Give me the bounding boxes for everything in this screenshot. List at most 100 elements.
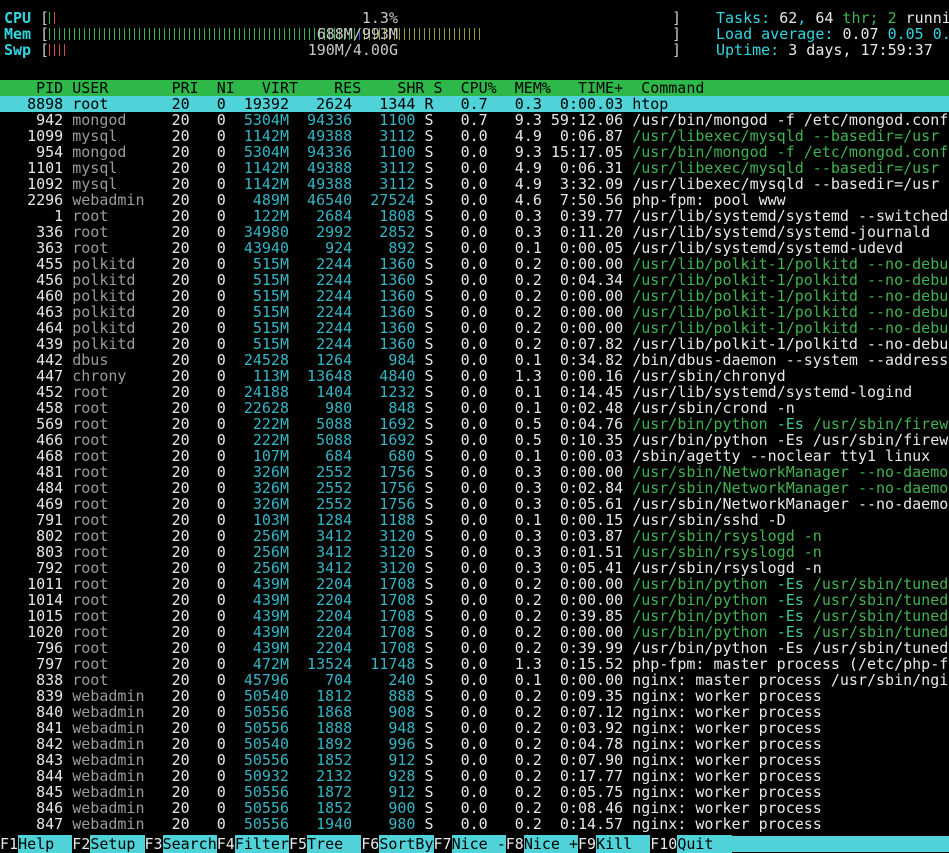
table-row[interactable]: 942 mongod 20 0 5304M 94336 1100 S 0.7 9… [0,112,949,128]
function-label-f10[interactable]: Quit [677,835,732,853]
function-key-f9[interactable]: F9 [578,835,597,853]
table-row[interactable]: 1101 mysql 20 0 1142M 49388 3112 S 0.0 4… [0,160,949,176]
cell-time: 0:14.57 [541,816,624,832]
process-table: PID USER PRI NI VIRT RES SHR S CPU% MEM%… [0,80,949,832]
table-row[interactable]: 464 polkitd 20 0 515M 2244 1360 S 0.0 0.… [0,320,949,336]
table-row[interactable]: 838 root 20 0 45796 704 240 S 0.0 0.1 0:… [0,672,949,688]
function-label-f8[interactable]: Nice + [523,835,578,853]
function-label-f7[interactable]: Nice - [451,835,506,853]
function-label-f9[interactable]: Kill [596,835,651,853]
table-row[interactable]: 1099 mysql 20 0 1142M 49388 3112 S 0.0 4… [0,128,949,144]
table-row[interactable]: 569 root 20 0 222M 5088 1692 S 0.0 0.5 0… [0,416,949,432]
table-row[interactable]: 439 polkitd 20 0 515M 2244 1360 S 0.0 0.… [0,336,949,352]
table-row[interactable]: 792 root 20 0 256M 3412 3120 S 0.0 0.3 0… [0,560,949,576]
function-label-f5[interactable]: Tree [307,835,362,853]
cell-ni: 0 [189,720,226,736]
cell-shr: 1360 [352,304,416,320]
cell-cpu: 0.0 [433,416,488,432]
function-label-f6[interactable]: SortBy [379,835,434,853]
table-row[interactable]: 460 polkitd 20 0 515M 2244 1360 S 0.0 0.… [0,288,949,304]
table-row[interactable]: 8898 root 20 0 19392 2624 1344 R 0.7 0.3… [0,96,949,112]
cell-state: S [415,576,434,592]
cell-user: polkitd [63,288,154,304]
table-row[interactable]: 1 root 20 0 122M 2684 1808 S 0.0 0.3 0:3… [0,208,949,224]
cell-pid: 464 [0,320,64,336]
table-row[interactable]: 846 webadmin 20 0 50556 1852 900 S 0.0 0… [0,800,949,816]
table-row[interactable]: 954 mongod 20 0 5304M 94336 1100 S 0.0 9… [0,144,949,160]
cell-res: 13524 [289,656,353,672]
function-key-f4[interactable]: F4 [216,835,235,853]
cell-time: 0:05.41 [541,560,624,576]
function-label-f4[interactable]: Filter [234,835,289,853]
table-row[interactable]: 336 root 20 0 34980 2992 2852 S 0.0 0.3 … [0,224,949,240]
mem-meter[interactable]: Mem [ 688M/993M ] [0,26,681,42]
cell-time: 0:34.82 [541,352,624,368]
cell-time: 0:39.99 [541,640,624,656]
cell-time: 0:06.87 [541,128,624,144]
cell-user: root [63,400,154,416]
cell-user: mongod [63,112,154,128]
table-row[interactable]: 458 root 20 0 22628 980 848 S 0.0 0.1 0:… [0,400,949,416]
function-key-f2[interactable]: F2 [72,835,91,853]
table-row[interactable]: 442 dbus 20 0 24528 1264 984 S 0.0 0.1 0… [0,352,949,368]
cell-user: webadmin [63,784,154,800]
table-row[interactable]: 839 webadmin 20 0 50540 1812 888 S 0.0 0… [0,688,949,704]
table-row[interactable]: 791 root 20 0 103M 1284 1188 S 0.0 0.1 0… [0,512,949,528]
swap-meter[interactable]: Swp [ 190M/4.00G ] [0,42,681,58]
table-row[interactable]: 481 root 20 0 326M 2552 1756 S 0.0 0.3 0… [0,464,949,480]
table-row[interactable]: 843 webadmin 20 0 50556 1852 912 S 0.0 0… [0,752,949,768]
cell-virt: 24188 [225,384,289,400]
function-key-f5[interactable]: F5 [289,835,308,853]
function-label-f3[interactable]: Search [162,835,217,853]
table-row[interactable]: 466 root 20 0 222M 5088 1692 S 0.0 0.5 0… [0,432,949,448]
cell-user: webadmin [63,736,154,752]
cell-res: 1872 [289,784,353,800]
function-key-f8[interactable]: F8 [505,835,524,853]
cell-shr: 3120 [352,560,416,576]
cpu-meter[interactable]: CPU [ 1.3% ] [0,10,681,26]
table-row[interactable]: 802 root 20 0 256M 3412 3120 S 0.0 0.3 0… [0,528,949,544]
table-row[interactable]: 841 webadmin 20 0 50556 1888 948 S 0.0 0… [0,720,949,736]
table-row[interactable]: 797 root 20 0 472M 13524 11748 S 0.0 1.3… [0,656,949,672]
table-row[interactable]: 456 polkitd 20 0 515M 2244 1360 S 0.0 0.… [0,272,949,288]
cell-res: 5088 [289,416,353,432]
cell-command: /usr/lib/polkit-1/polkitd --no-debug [632,256,949,272]
table-row[interactable]: 845 webadmin 20 0 50556 1872 912 S 0.0 0… [0,784,949,800]
table-row[interactable]: 1014 root 20 0 439M 2204 1708 S 0.0 0.2 … [0,592,949,608]
cell-pri: 20 [153,224,190,240]
cell-command: nginx: worker process [632,688,822,704]
function-key-f7[interactable]: F7 [433,835,452,853]
table-row[interactable]: 803 root 20 0 256M 3412 3120 S 0.0 0.3 0… [0,544,949,560]
table-row[interactable]: 363 root 20 0 43940 924 892 S 0.0 0.1 0:… [0,240,949,256]
function-key-f10[interactable]: F10 [650,835,678,853]
table-row[interactable]: 452 root 20 0 24188 1404 1232 S 0.0 0.1 … [0,384,949,400]
table-row[interactable]: 842 webadmin 20 0 50540 1892 996 S 0.0 0… [0,736,949,752]
table-row[interactable]: 1020 root 20 0 439M 2204 1708 S 0.0 0.2 … [0,624,949,640]
cell-mem: 0.2 [487,592,542,608]
table-row[interactable]: 469 root 20 0 326M 2552 1756 S 0.0 0.3 0… [0,496,949,512]
uptime-line: Uptime: 3 days, 17:59:37 [716,42,949,58]
table-row[interactable]: 468 root 20 0 107M 684 680 S 0.0 0.1 0:0… [0,448,949,464]
function-key-f1[interactable]: F1 [0,835,19,853]
function-label-f2[interactable]: Setup [90,835,145,853]
cell-ni: 0 [189,752,226,768]
cell-pid: 839 [0,688,64,704]
table-row[interactable]: 796 root 20 0 439M 2204 1708 S 0.0 0.2 0… [0,640,949,656]
table-row[interactable]: 1092 mysql 20 0 1142M 49388 3112 S 0.0 4… [0,176,949,192]
function-key-f3[interactable]: F3 [144,835,163,853]
table-row[interactable]: 463 polkitd 20 0 515M 2244 1360 S 0.0 0.… [0,304,949,320]
table-row[interactable]: 840 webadmin 20 0 50556 1868 908 S 0.0 0… [0,704,949,720]
cell-pri: 20 [153,272,190,288]
table-row[interactable]: 1011 root 20 0 439M 2204 1708 S 0.0 0.2 … [0,576,949,592]
function-key-f6[interactable]: F6 [361,835,380,853]
table-row[interactable]: 2296 webadmin 20 0 489M 46540 27524 S 0.… [0,192,949,208]
table-row[interactable]: 1015 root 20 0 439M 2204 1708 S 0.0 0.2 … [0,608,949,624]
function-label-f1[interactable]: Help [18,835,73,853]
table-row[interactable]: 447 chrony 20 0 113M 13648 4840 S 0.0 1.… [0,368,949,384]
table-row[interactable]: 455 polkitd 20 0 515M 2244 1360 S 0.0 0.… [0,256,949,272]
table-row[interactable]: 844 webadmin 20 0 50932 2132 928 S 0.0 0… [0,768,949,784]
table-row[interactable]: 484 root 20 0 326M 2552 1756 S 0.0 0.3 0… [0,480,949,496]
table-row[interactable]: 847 webadmin 20 0 50556 1940 980 S 0.0 0… [0,816,949,832]
table-header-row[interactable]: PID USER PRI NI VIRT RES SHR S CPU% MEM%… [0,80,949,96]
cell-virt: 439M [225,640,289,656]
